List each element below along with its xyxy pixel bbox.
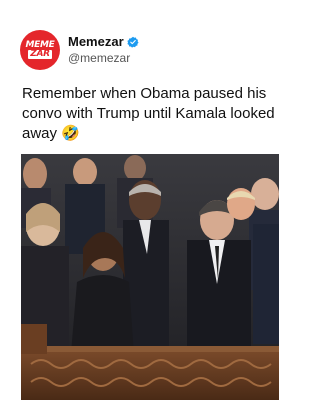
post-header: MEME ZAR Memezar @memezar bbox=[20, 30, 139, 70]
post-caption: Remember when Obama paused his convo wit… bbox=[22, 85, 275, 142]
author-handle[interactable]: @memezar bbox=[68, 50, 139, 66]
post-photo[interactable] bbox=[21, 154, 279, 400]
avatar-logo-text-bottom: ZAR bbox=[28, 49, 52, 59]
avatar[interactable]: MEME ZAR bbox=[20, 30, 60, 70]
author-name[interactable]: Memezar bbox=[68, 34, 124, 50]
author-info: Memezar @memezar bbox=[68, 34, 139, 66]
author-name-row: Memezar bbox=[68, 34, 139, 50]
verified-badge-icon bbox=[127, 36, 139, 48]
